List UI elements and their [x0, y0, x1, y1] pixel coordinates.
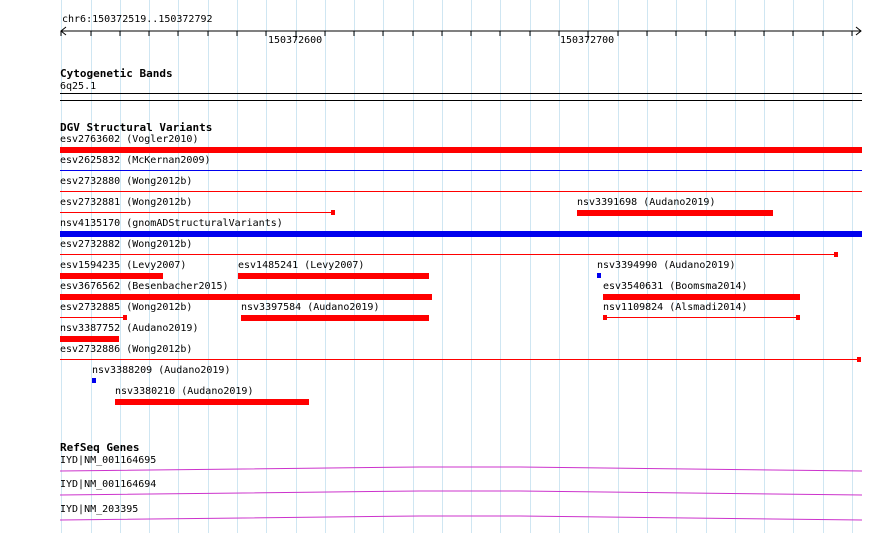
gene-intron-line	[59, 490, 863, 496]
gene-models[interactable]	[0, 0, 890, 533]
gene-intron-line	[59, 515, 863, 521]
gene-intron-line	[59, 466, 863, 472]
